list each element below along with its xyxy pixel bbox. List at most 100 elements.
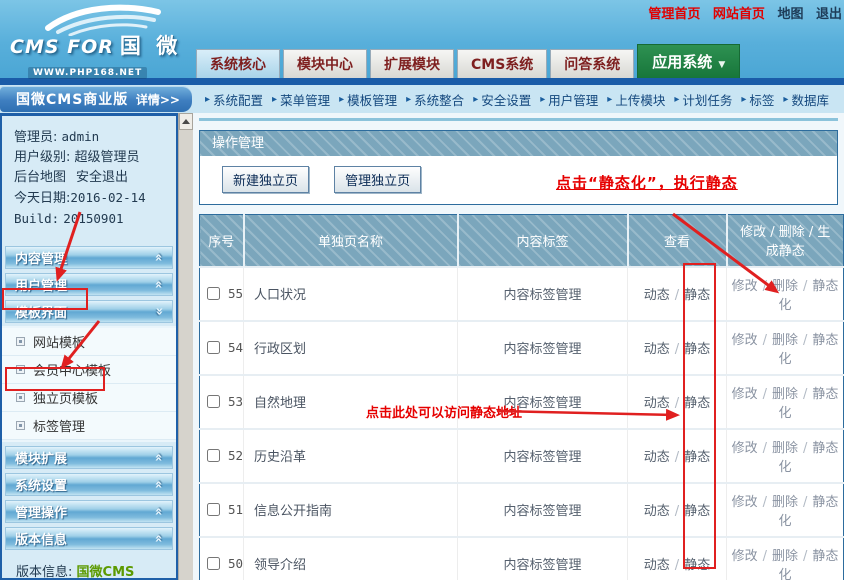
subnav-menu-manage[interactable]: ▸菜单管理 — [272, 90, 330, 109]
delete-link[interactable]: 删除 — [772, 279, 798, 294]
submenu-member-template[interactable]: 会员中心模板 — [2, 356, 176, 384]
delete-link[interactable]: 删除 — [772, 387, 798, 402]
subnav-label: 系统配置 — [213, 90, 263, 109]
sidebar-menu-module-ext[interactable]: 模块扩展 » — [5, 446, 173, 469]
view-static-link[interactable]: 静态 — [684, 342, 710, 357]
tab-cms-system[interactable]: CMS系统 — [457, 49, 547, 78]
view-static-link[interactable]: 静态 — [684, 288, 710, 303]
tab-extension-module[interactable]: 扩展模块 — [370, 49, 454, 78]
content-tag-link[interactable]: 内容标签管理 — [503, 342, 581, 357]
subnav-system-integrate[interactable]: ▸系统整合 — [406, 90, 464, 109]
admin-home-link[interactable]: 管理首页 — [648, 7, 700, 22]
separator: / — [803, 387, 807, 402]
header-row: 序号 单独页名称 内容标签 查看 修改 / 删除 / 生成静态 — [200, 215, 844, 267]
delete-link[interactable]: 删除 — [772, 333, 798, 348]
submenu-standalone-template[interactable]: 独立页模板 — [2, 384, 176, 412]
row-number: 50 — [228, 556, 243, 571]
content-tag-link[interactable]: 内容标签管理 — [503, 396, 581, 411]
sidebar-menu-system-settings[interactable]: 系统设置 » — [5, 473, 173, 496]
page-name: 人口状况 — [244, 267, 458, 321]
row-checkbox[interactable] — [207, 449, 220, 462]
tab-qa-system[interactable]: 问答系统 — [550, 49, 634, 78]
triangle-icon: ▸ — [540, 94, 545, 105]
view-dynamic-link[interactable]: 动态 — [644, 450, 670, 465]
view-static-link[interactable]: 静态 — [684, 450, 710, 465]
content-tag-link[interactable]: 内容标签管理 — [503, 558, 581, 573]
chevron-down-icon: » — [151, 307, 166, 315]
view-dynamic-link[interactable]: 动态 — [644, 558, 670, 573]
separator: / — [763, 495, 767, 510]
subnav-database[interactable]: ▸数据库 — [783, 90, 829, 109]
subnav-user-manage[interactable]: ▸用户管理 — [540, 90, 598, 109]
view-dynamic-link[interactable]: 动态 — [644, 396, 670, 411]
row-number: 54 — [228, 340, 243, 355]
edit-link[interactable]: 修改 — [732, 333, 758, 348]
edit-link[interactable]: 修改 — [732, 387, 758, 402]
content-tag-link[interactable]: 内容标签管理 — [503, 288, 581, 303]
backend-map-link[interactable]: 后台地图 — [14, 170, 66, 185]
tab-module-center[interactable]: 模块中心 — [283, 49, 367, 78]
row-checkbox[interactable] — [207, 503, 220, 516]
col-page-name: 单独页名称 — [244, 215, 458, 267]
row-checkbox[interactable] — [207, 395, 220, 408]
sidebar-menu-admin-ops[interactable]: 管理操作 » — [5, 500, 173, 523]
delete-link[interactable]: 删除 — [772, 549, 798, 564]
date-label: 今天日期: — [14, 191, 70, 206]
level-label: 用户级别: — [14, 150, 70, 165]
edit-link[interactable]: 修改 — [732, 441, 758, 456]
content-tag-link[interactable]: 内容标签管理 — [503, 450, 581, 465]
separator: / — [763, 387, 767, 402]
delete-link[interactable]: 删除 — [772, 441, 798, 456]
view-static-link[interactable]: 静态 — [684, 558, 710, 573]
submenu-site-template[interactable]: 网站模板 — [2, 328, 176, 356]
sidebar-menu-version-info[interactable]: 版本信息 » — [5, 527, 173, 550]
menu-label: 模块扩展 — [15, 448, 67, 467]
sidebar-menu-users[interactable]: 用户管理 » — [5, 273, 173, 296]
row-checkbox[interactable] — [207, 341, 220, 354]
safe-logout-link[interactable]: 安全退出 — [76, 170, 128, 185]
row-checkbox[interactable] — [207, 557, 220, 570]
table-body: 55 人口状况 内容标签管理 动态/静态 修改/删除/静态化 54 行政区划 内… — [200, 267, 844, 580]
tab-system-core[interactable]: 系统核心 — [196, 49, 280, 78]
date-value: 2016-02-14 — [70, 190, 145, 205]
edit-link[interactable]: 修改 — [732, 549, 758, 564]
separator: / — [675, 342, 679, 357]
submenu-tag-manage[interactable]: 标签管理 — [2, 412, 176, 440]
subnav-label: 安全设置 — [481, 90, 531, 109]
subnav-upload-module[interactable]: ▸上传模块 — [607, 90, 665, 109]
subnav-tags[interactable]: ▸标签 — [741, 90, 774, 109]
site-home-link[interactable]: 网站首页 — [713, 7, 765, 22]
view-dynamic-link[interactable]: 动态 — [644, 342, 670, 357]
tab-app-system[interactable]: 应用系统▼ — [637, 44, 740, 78]
build-line: Build: 20150901 — [14, 209, 170, 230]
subnav-cron-task[interactable]: ▸计划任务 — [674, 90, 732, 109]
sidebar: 管理员: admin 用户级别: 超级管理员 后台地图安全退出 今天日期:201… — [0, 113, 178, 580]
view-dynamic-link[interactable]: 动态 — [644, 504, 670, 519]
view-dynamic-link[interactable]: 动态 — [644, 288, 670, 303]
scroll-up-button[interactable] — [179, 113, 193, 130]
new-standalone-page-button[interactable]: 新建独立页 — [222, 166, 309, 193]
view-static-link[interactable]: 静态 — [684, 504, 710, 519]
edit-link[interactable]: 修改 — [732, 279, 758, 294]
table-row: 52 历史沿革 内容标签管理 动态/静态 修改/删除/静态化 — [200, 429, 844, 483]
delete-link[interactable]: 删除 — [772, 495, 798, 510]
subnav-template-manage[interactable]: ▸模板管理 — [339, 90, 397, 109]
logout-link[interactable]: 退出 — [816, 7, 842, 22]
content-tag-link[interactable]: 内容标签管理 — [503, 504, 581, 519]
sidebar-menu-content[interactable]: 内容管理 » — [5, 246, 173, 269]
edit-link[interactable]: 修改 — [732, 495, 758, 510]
separator: / — [763, 441, 767, 456]
edition-detail-link[interactable]: 详情>> — [136, 91, 180, 108]
sitemap-link[interactable]: 地图 — [777, 7, 803, 22]
manage-standalone-page-button[interactable]: 管理独立页 — [334, 166, 421, 193]
subnav-system-config[interactable]: ▸系统配置 — [205, 90, 263, 109]
sidebar-scrollbar[interactable] — [178, 113, 193, 580]
sidebar-menu-template[interactable]: 模板界面 » — [5, 300, 173, 323]
view-static-link[interactable]: 静态 — [684, 396, 710, 411]
row-checkbox[interactable] — [207, 287, 220, 300]
edition-badge[interactable]: 国微CMS商业版 详情>> — [0, 86, 192, 112]
tab-app-system-label: 应用系统 — [652, 53, 712, 71]
bullet-square-icon — [16, 365, 25, 374]
top-links: 管理首页 网站首页 地图 退出 — [640, 3, 842, 22]
subnav-security-settings[interactable]: ▸安全设置 — [473, 90, 531, 109]
